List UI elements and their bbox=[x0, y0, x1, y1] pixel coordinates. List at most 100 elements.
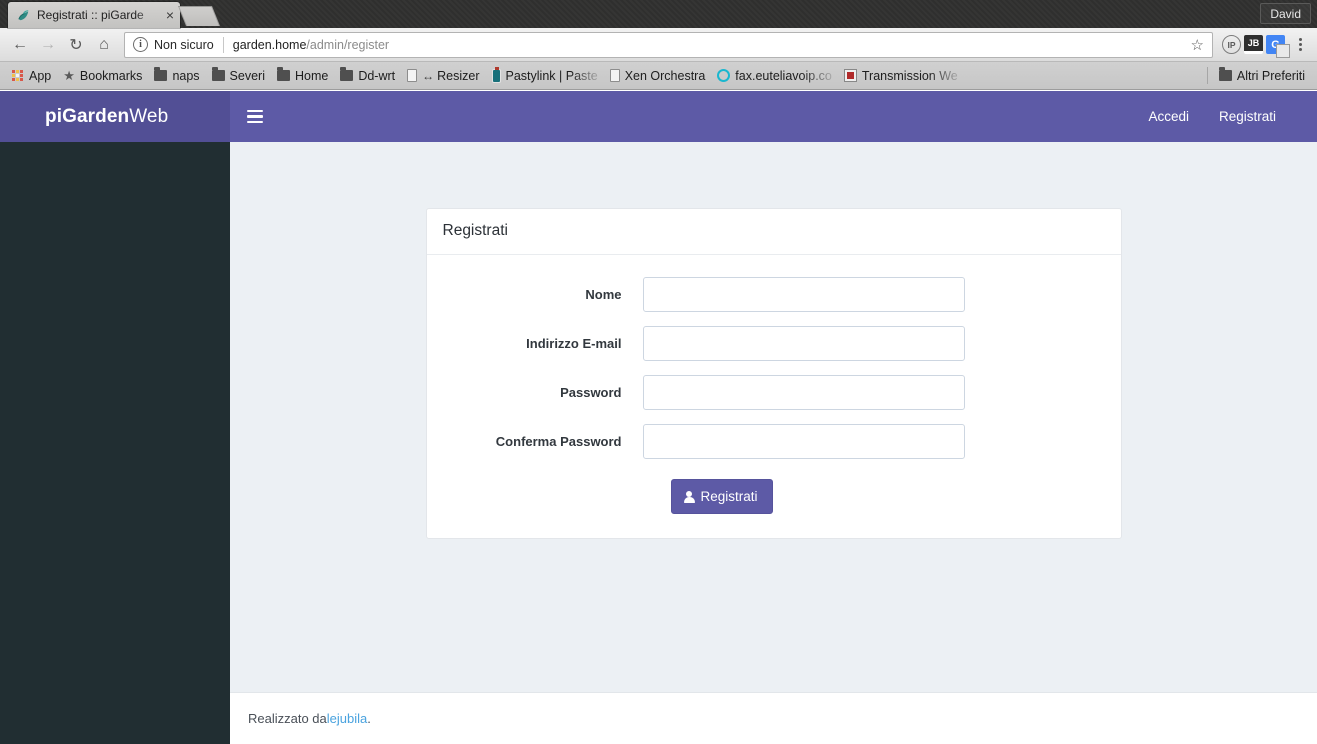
web-page: piGarden Web Accedi Registrati Registrati bbox=[0, 91, 1317, 744]
bookmark-pastylink[interactable]: Pastylink | Paste bbox=[486, 66, 604, 85]
browser-tab[interactable]: Registrati :: piGarde × bbox=[8, 2, 180, 28]
bookmark-naps[interactable]: naps bbox=[148, 67, 205, 85]
bookmark-resizer[interactable]: ↔ Resizer bbox=[401, 67, 485, 85]
hamburger-icon bbox=[247, 109, 263, 124]
password-input[interactable] bbox=[642, 375, 965, 410]
bookmark-label: Severi bbox=[229, 68, 265, 83]
nav-link-login[interactable]: Accedi bbox=[1133, 91, 1204, 142]
bookmark-label: naps bbox=[172, 68, 200, 83]
url-text: garden.home/admin/register bbox=[233, 38, 389, 52]
name-label: Nome bbox=[585, 287, 622, 302]
bookmark-label: Transmission We bbox=[861, 68, 958, 83]
page-body: Registrati Nome Indirizzo E-mail Passwor… bbox=[0, 142, 1317, 744]
browser-toolbar: ← → ↻ ⌂ i Non sicuro garden.home/admin/r… bbox=[0, 28, 1317, 62]
form-group-email: Indirizzo E-mail bbox=[427, 326, 1121, 361]
bookmark-label: fax.euteliavoip.co bbox=[735, 68, 832, 83]
forward-button[interactable]: → bbox=[34, 31, 62, 59]
form-actions-spacer bbox=[427, 479, 671, 514]
folder-icon bbox=[154, 67, 168, 81]
bookmark-label: Pastylink | Paste bbox=[505, 68, 598, 83]
url-host: garden.home bbox=[232, 37, 307, 52]
browser-window: Registrati :: piGarde × David ← → ↻ ⌂ i … bbox=[0, 0, 1317, 744]
site-info-icon[interactable]: i bbox=[133, 37, 148, 52]
footer-text-after: . bbox=[367, 711, 371, 726]
form-actions: Registrati bbox=[427, 479, 1121, 514]
bookmark-home[interactable]: Home bbox=[271, 67, 334, 85]
sidebar bbox=[0, 142, 230, 744]
new-tab-button[interactable] bbox=[177, 6, 221, 26]
main-content: Registrati Nome Indirizzo E-mail Passwor… bbox=[230, 142, 1317, 692]
home-button[interactable]: ⌂ bbox=[90, 31, 118, 59]
tab-title: Registrati :: piGarde bbox=[37, 8, 144, 22]
jb-extension-icon[interactable]: JB bbox=[1244, 35, 1263, 54]
bookmarks-bar: App ★ Bookmarks naps Severi Home Dd-wrt … bbox=[0, 62, 1317, 90]
email-input[interactable] bbox=[642, 326, 965, 361]
bookmarks-divider bbox=[1206, 67, 1208, 84]
google-translate-extension-icon[interactable]: G bbox=[1266, 35, 1290, 58]
site-footer: Realizzato da lejubila. bbox=[230, 692, 1317, 744]
url-path: /admin/register bbox=[306, 37, 390, 52]
footer-author-link[interactable]: lejubila bbox=[327, 711, 367, 726]
bookmark-label: Resizer bbox=[437, 68, 480, 83]
resize-arrow-icon: ↔ bbox=[422, 68, 435, 83]
bottle-icon bbox=[491, 66, 501, 83]
bookmark-bookmarks[interactable]: ★ Bookmarks bbox=[57, 67, 148, 85]
site-navbar: piGarden Web Accedi Registrati bbox=[0, 91, 1317, 142]
brand-bold-text: piGarden bbox=[45, 105, 130, 127]
transmission-icon bbox=[843, 69, 857, 82]
bookmark-label: Home bbox=[294, 68, 329, 83]
document-icon bbox=[609, 69, 620, 82]
address-bar[interactable]: i Non sicuro garden.home/admin/register … bbox=[124, 31, 1213, 58]
profile-name: David bbox=[1270, 6, 1301, 21]
reload-button[interactable]: ↻ bbox=[62, 31, 90, 59]
folder-icon bbox=[340, 67, 354, 81]
brand-light-text: Web bbox=[129, 105, 169, 127]
folder-icon bbox=[276, 67, 290, 81]
footer-text-before: Realizzato da bbox=[248, 711, 327, 726]
tab-strip: Registrati :: piGarde × David bbox=[0, 0, 1317, 28]
profile-button[interactable]: David bbox=[1260, 3, 1311, 24]
bookmarks-bar-right: Altri Preferiti bbox=[1202, 67, 1311, 85]
omnibox-divider bbox=[222, 36, 224, 53]
star-icon: ★ bbox=[63, 68, 75, 83]
bookmark-transmission[interactable]: Transmission We bbox=[838, 67, 964, 85]
chrome-menu-icon[interactable] bbox=[1289, 32, 1311, 58]
plant-favicon-icon bbox=[16, 8, 31, 23]
register-submit-button[interactable]: Registrati bbox=[670, 479, 773, 514]
bookmark-xen-orchestra[interactable]: Xen Orchestra bbox=[604, 67, 712, 85]
bookmark-label: Dd-wrt bbox=[358, 68, 396, 83]
security-label: Non sicuro bbox=[154, 37, 214, 52]
card-body: Nome Indirizzo E-mail Password Conferma … bbox=[427, 255, 1121, 538]
name-input[interactable] bbox=[642, 277, 965, 312]
folder-icon bbox=[1218, 67, 1232, 81]
confirm-password-input[interactable] bbox=[642, 424, 965, 459]
bookmark-app[interactable]: App bbox=[6, 67, 57, 85]
form-group-name: Nome bbox=[427, 277, 1121, 312]
document-icon bbox=[407, 69, 418, 82]
bookmark-label: App bbox=[29, 68, 52, 83]
bookmark-other-folder[interactable]: Altri Preferiti bbox=[1213, 67, 1311, 85]
bookmark-severi[interactable]: Severi bbox=[206, 67, 271, 85]
nav-link-register[interactable]: Registrati bbox=[1204, 91, 1291, 142]
user-icon bbox=[683, 490, 695, 503]
back-button[interactable]: ← bbox=[6, 31, 34, 59]
navbar-links: Accedi Registrati bbox=[1133, 91, 1317, 142]
card-title: Registrati bbox=[426, 209, 1121, 255]
sidebar-toggle-button[interactable] bbox=[230, 91, 280, 142]
bookmark-label: Xen Orchestra bbox=[624, 68, 706, 83]
tab-close-icon[interactable]: × bbox=[162, 8, 174, 22]
register-card: Registrati Nome Indirizzo E-mail Passwor… bbox=[425, 208, 1122, 539]
confirm-password-label: Conferma Password bbox=[495, 434, 622, 449]
folder-icon bbox=[211, 67, 225, 81]
email-label: Indirizzo E-mail bbox=[526, 336, 622, 351]
bookmark-ddwrt[interactable]: Dd-wrt bbox=[334, 67, 401, 85]
password-label: Password bbox=[560, 385, 622, 400]
content-column: Registrati Nome Indirizzo E-mail Passwor… bbox=[230, 142, 1317, 744]
register-submit-label: Registrati bbox=[700, 489, 758, 504]
ip-extension-icon[interactable]: IP bbox=[1222, 35, 1241, 54]
bookmark-fax-euteliavoip[interactable]: fax.euteliavoip.co bbox=[711, 67, 838, 85]
site-brand[interactable]: piGarden Web bbox=[0, 91, 230, 142]
bookmark-label: Altri Preferiti bbox=[1236, 68, 1305, 83]
bookmark-star-icon[interactable]: ☆ bbox=[1187, 36, 1208, 54]
form-group-password: Password bbox=[427, 375, 1121, 410]
